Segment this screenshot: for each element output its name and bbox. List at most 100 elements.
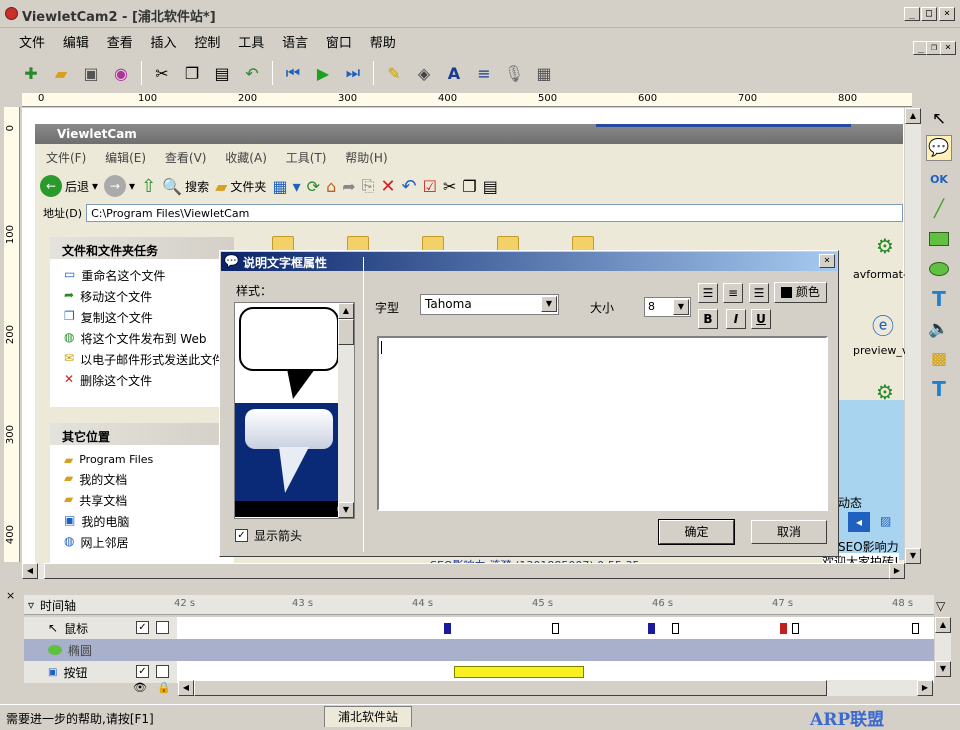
color-button[interactable]: 颜色	[774, 282, 827, 303]
explorer-menu-item[interactable]: 工具(T)	[286, 151, 327, 165]
align-center-button[interactable]: ≡	[723, 283, 743, 303]
scroll-thumb[interactable]	[194, 680, 827, 696]
dll-file-icon[interactable]: ⚙	[876, 234, 894, 258]
place-my-documents[interactable]: ▰ 我的文档	[50, 469, 234, 490]
menu-insert[interactable]: 插入	[144, 30, 184, 53]
timeline-vertical-scrollbar[interactable]: ▲ ▼	[935, 617, 951, 677]
canvas-vertical-scrollbar[interactable]: ▲ ▼	[905, 108, 921, 564]
keyframe-marker[interactable]	[912, 623, 919, 634]
document-tab[interactable]: 浦北软件站	[324, 706, 412, 727]
menu-control[interactable]: 控制	[187, 30, 227, 53]
dialog-close-button[interactable]: ×	[819, 254, 835, 268]
place-shared-documents[interactable]: ▰ 共享文档	[50, 490, 234, 511]
lock-icon[interactable]: 🔒	[157, 681, 171, 694]
text-tool-icon[interactable]: T	[926, 286, 952, 312]
chevron-down-icon[interactable]: ▼	[541, 296, 557, 312]
image-tool-icon[interactable]: ▩	[926, 346, 952, 372]
scroll-down-icon[interactable]: ▼	[935, 661, 951, 677]
last-frame-icon[interactable]: ⏭	[340, 60, 366, 86]
explorer-menu-item[interactable]: 文件(F)	[46, 151, 86, 165]
properties-icon[interactable]: ☑	[423, 177, 437, 196]
menu-view[interactable]: 查看	[100, 30, 140, 53]
italic-button[interactable]: I	[726, 309, 746, 329]
minimize-button[interactable]: _	[904, 7, 920, 21]
address-input[interactable]: C:\Program Files\ViewletCam	[86, 204, 903, 222]
keyframe-marker[interactable]	[792, 623, 799, 634]
task-rename[interactable]: ▭ 重命名这个文件	[50, 265, 234, 286]
font-select[interactable]: Tahoma ▼	[420, 294, 559, 315]
menu-window[interactable]: 窗口	[319, 30, 359, 53]
scroll-left-icon[interactable]: ◀	[178, 680, 194, 696]
scroll-down-icon[interactable]: ▼	[905, 548, 921, 564]
save-icon[interactable]: ▣	[78, 60, 104, 86]
sound-tool-icon[interactable]: 🔈	[926, 316, 952, 342]
copy-icon[interactable]: ❐	[462, 177, 476, 196]
copy-icon[interactable]: ❐	[179, 60, 205, 86]
eye-icon[interactable]: 👁	[133, 681, 147, 694]
cut-icon[interactable]: ✂	[149, 60, 175, 86]
chevron-down-icon[interactable]: ▽	[936, 599, 945, 613]
button-tool-icon[interactable]: OK	[926, 166, 952, 192]
scroll-thumb[interactable]	[44, 563, 904, 579]
style-list-scrollbar[interactable]: ▲ ▼	[338, 303, 354, 518]
line-style-icon[interactable]: ≡	[471, 60, 497, 86]
bold-button[interactable]: B	[698, 309, 718, 329]
play-icon[interactable]: ▶	[310, 60, 336, 86]
task-copy[interactable]: ❐ 复制这个文件	[50, 307, 234, 328]
timeline-row-mouse[interactable]: ↖ 鼠标 ✓	[24, 617, 934, 639]
keyframe-marker[interactable]	[552, 623, 559, 634]
scroll-thumb[interactable]	[338, 319, 354, 345]
keyframe-marker[interactable]	[444, 623, 451, 634]
menu-language[interactable]: 语言	[275, 30, 315, 53]
visible-checkbox[interactable]: ✓	[136, 621, 149, 634]
collapse-icon[interactable]: ▿	[28, 598, 34, 612]
place-network[interactable]: ◍ 网上邻居	[50, 532, 234, 553]
ellipse-tool-icon[interactable]	[926, 256, 952, 282]
visible-checkbox[interactable]: ✓	[136, 665, 149, 678]
home-icon[interactable]: ⌂	[326, 177, 336, 196]
ok-button[interactable]: 确定	[658, 519, 735, 545]
task-publish[interactable]: ◍ 将这个文件发布到 Web	[50, 328, 234, 349]
properties-icon[interactable]: ▦	[531, 60, 557, 86]
scroll-left-icon[interactable]: ◀	[22, 563, 38, 579]
move-to-icon[interactable]: ➦	[342, 177, 355, 196]
undo-icon[interactable]: ↶	[239, 60, 265, 86]
back-button[interactable]: ← 后退 ▾	[40, 175, 98, 197]
duration-bar[interactable]	[454, 666, 584, 678]
ie-file-icon[interactable]: ⓔ	[872, 309, 894, 341]
size-select[interactable]: 8 ▼	[644, 297, 691, 317]
callout-tool-icon[interactable]: 💬	[926, 135, 952, 161]
scroll-right-icon[interactable]: ▶	[917, 680, 933, 696]
align-right-button[interactable]: ☰	[749, 283, 769, 303]
scroll-up-icon[interactable]: ▲	[905, 108, 921, 124]
lock-checkbox[interactable]	[156, 665, 169, 678]
explorer-menu-item[interactable]: 编辑(E)	[105, 151, 146, 165]
keyframe-marker[interactable]	[672, 623, 679, 634]
align-left-button[interactable]: ☰	[698, 283, 718, 303]
first-frame-icon[interactable]: ⏮	[280, 60, 306, 86]
undo-icon[interactable]: ↶	[402, 176, 417, 197]
explorer-menu-item[interactable]: 帮助(H)	[345, 151, 387, 165]
chat-action-icon[interactable]: ◂	[848, 512, 870, 532]
new-file-icon[interactable]: ✚	[18, 60, 44, 86]
pointer-tool-icon[interactable]: ↖	[926, 106, 952, 132]
paste-icon[interactable]: ▤	[483, 177, 498, 196]
scroll-up-icon[interactable]: ▲	[935, 617, 951, 633]
timeline-close-icon[interactable]: ×	[6, 589, 15, 602]
keyframe-marker[interactable]	[780, 623, 787, 634]
search-button[interactable]: 🔍 搜索	[162, 177, 209, 196]
up-folder-icon[interactable]: ⇧	[141, 176, 156, 197]
show-arrow-checkbox[interactable]: ✓	[235, 529, 248, 542]
folders-button[interactable]: ▰ 文件夹	[215, 177, 266, 196]
explorer-menu-item[interactable]: 查看(V)	[165, 151, 207, 165]
delete-icon[interactable]: ✕	[380, 176, 395, 197]
cut-icon[interactable]: ✂	[443, 177, 456, 196]
font-color-icon[interactable]: A	[441, 60, 467, 86]
style-list[interactable]: ⓘ ▲ ▼	[234, 302, 355, 519]
place-program-files[interactable]: ▰ Program Files	[50, 451, 234, 469]
record-icon[interactable]: ◉	[108, 60, 134, 86]
task-move[interactable]: ➦ 移动这个文件	[50, 286, 234, 307]
scroll-down-icon[interactable]: ▼	[338, 502, 354, 518]
callout-text-area[interactable]	[377, 336, 828, 511]
views-icon[interactable]: ▦ ▾	[272, 177, 300, 196]
